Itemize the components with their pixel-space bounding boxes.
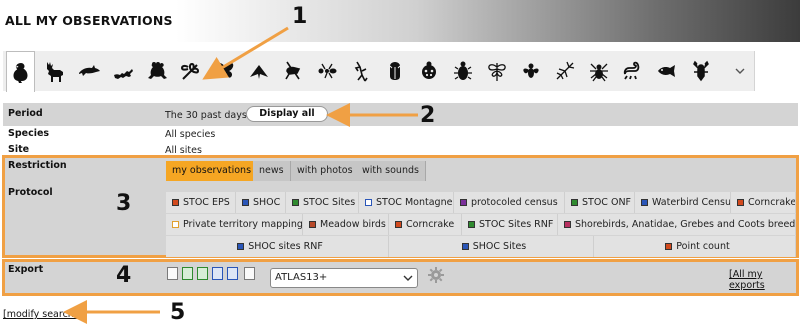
callout-5: 5	[170, 300, 186, 325]
callout-3: 3	[116, 191, 132, 216]
callout-2: 2	[420, 103, 436, 128]
callout-4: 4	[116, 263, 132, 288]
callout-1-arrow	[202, 26, 289, 80]
callout-1: 1	[292, 4, 308, 29]
